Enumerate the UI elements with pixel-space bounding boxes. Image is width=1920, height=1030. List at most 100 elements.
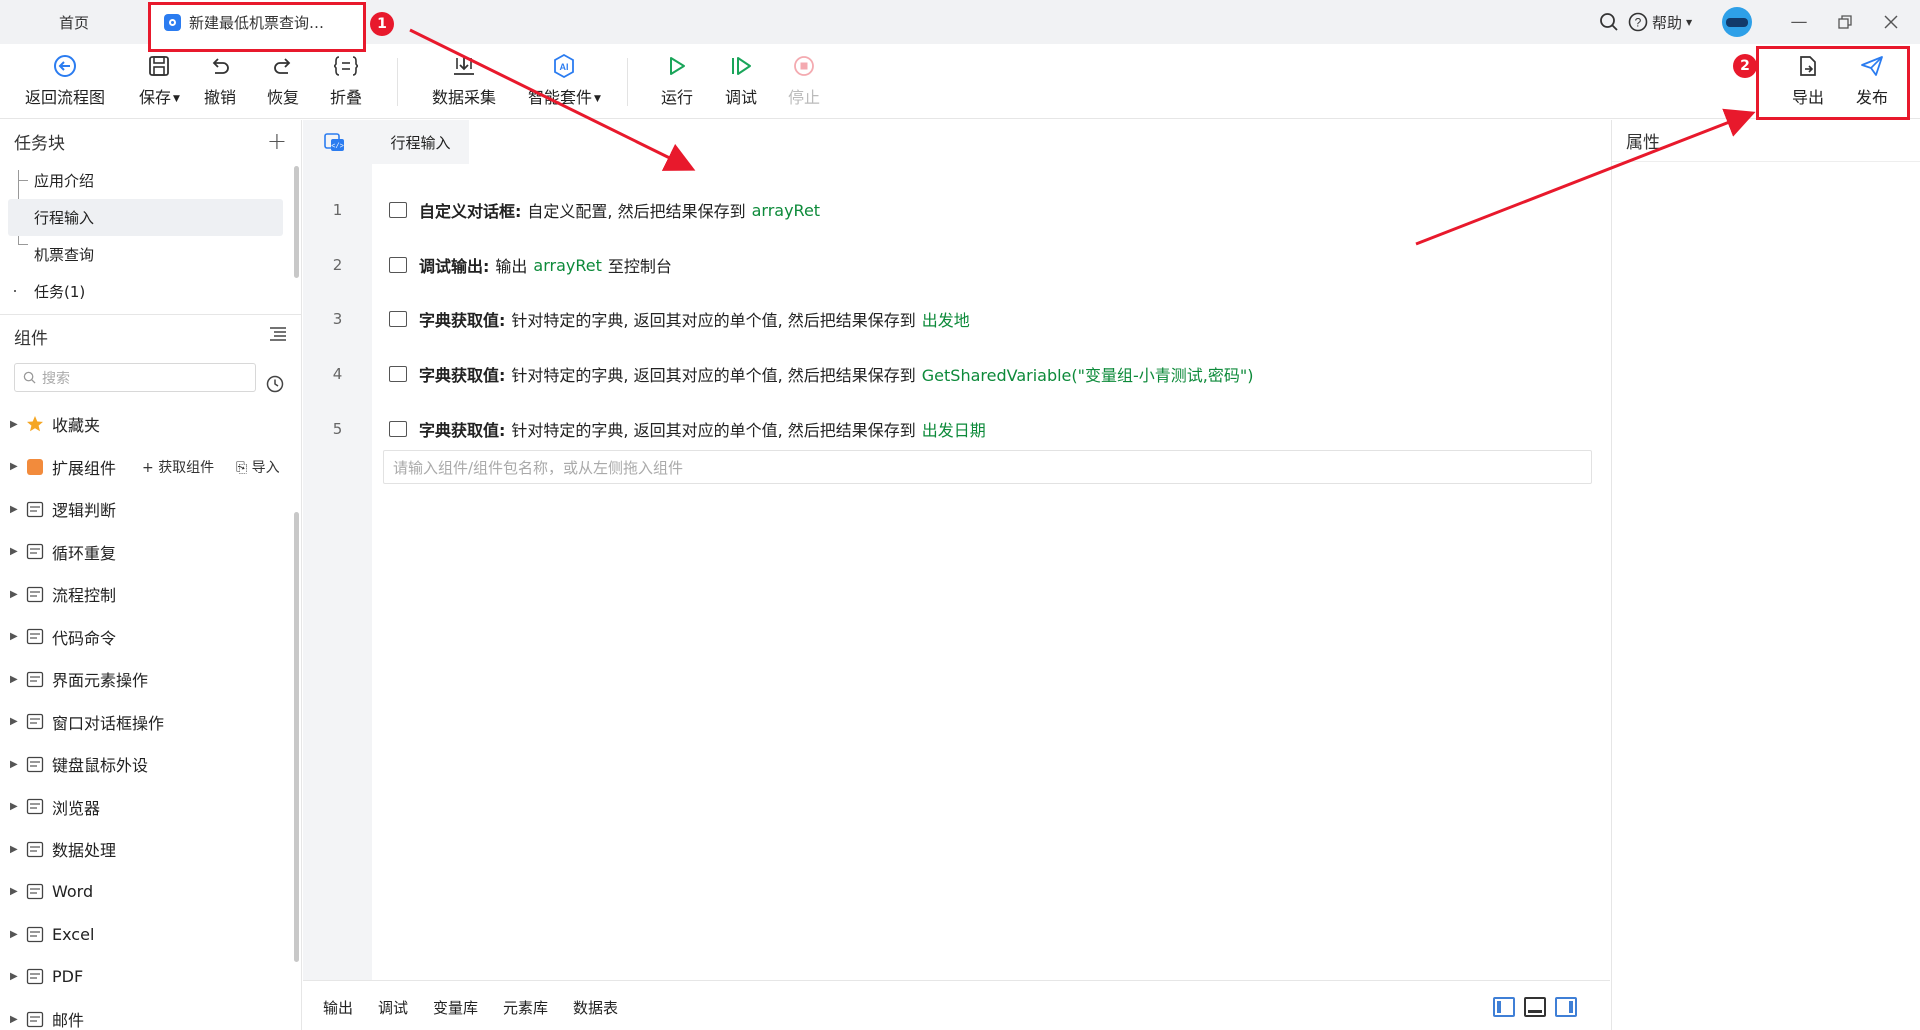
component-category-browser[interactable]: ▶ 浏览器 bbox=[0, 786, 301, 829]
tab-datatable[interactable]: 数据表 bbox=[573, 997, 618, 1018]
expand-triangle-icon[interactable]: ▶ bbox=[10, 546, 24, 557]
save-label: 保存 bbox=[139, 88, 172, 107]
data-collect-button[interactable]: 数据采集 bbox=[432, 54, 496, 108]
properties-title: 属性 bbox=[1626, 133, 1660, 153]
tab-variables[interactable]: 变量库 bbox=[433, 997, 478, 1018]
component-scrollbar[interactable] bbox=[294, 512, 299, 962]
tab-output[interactable]: 输出 bbox=[323, 997, 353, 1018]
plus-icon: + bbox=[142, 459, 159, 476]
component-category-window-dialog[interactable]: ▶ 窗口对话框操作 bbox=[0, 701, 301, 744]
component-category-loop[interactable]: ▶ 循环重复 bbox=[0, 531, 301, 574]
ui-element-icon bbox=[24, 669, 46, 689]
search-icon[interactable] bbox=[1598, 11, 1620, 33]
variable-name[interactable]: GetSharedVariable("变量组-小青测试,密码") bbox=[922, 362, 1254, 386]
add-task-icon[interactable]: + bbox=[267, 127, 287, 155]
smart-kit-button[interactable]: AI 智能套件 ▼ bbox=[528, 54, 601, 108]
component-category-flow-control[interactable]: ▶ 流程控制 bbox=[0, 573, 301, 616]
expand-triangle-icon[interactable]: ▶ bbox=[10, 716, 24, 727]
code-line[interactable]: 自定义对话框: 自定义配置, 然后把结果保存到 arrayRet bbox=[389, 198, 826, 222]
component-category-word[interactable]: ▶ Word bbox=[0, 871, 301, 914]
expand-triangle-icon[interactable]: ▶ bbox=[10, 461, 24, 472]
component-category-ui-element[interactable]: ▶ 界面元素操作 bbox=[0, 658, 301, 701]
stop-button[interactable]: 停止 bbox=[788, 54, 820, 108]
get-component-button[interactable]: + 获取组件 bbox=[142, 457, 214, 477]
layout-bottom-panel-icon[interactable] bbox=[1524, 997, 1546, 1017]
command-description: 针对特定的字典, 返回其对应的单个值, 然后把结果保存到 bbox=[511, 421, 916, 440]
debug-button[interactable]: 调试 bbox=[725, 54, 757, 108]
variable-name[interactable]: 出发日期 bbox=[922, 417, 986, 441]
variable-name[interactable]: arrayRet bbox=[533, 256, 601, 275]
component-command-input[interactable]: 请输入组件/组件包名称，或从左侧拖入组件 bbox=[383, 450, 1592, 484]
command-tail: 至控制台 bbox=[607, 257, 672, 276]
code-view-icon[interactable]: </> bbox=[324, 133, 346, 157]
task-group[interactable]: 任务(1) bbox=[0, 273, 301, 310]
task-item-intro[interactable]: 应用介绍 bbox=[0, 162, 301, 199]
back-to-flowchart-button[interactable]: 返回流程图 bbox=[25, 54, 105, 108]
code-line[interactable]: 调试输出: 输出 arrayRet 至控制台 bbox=[389, 253, 672, 277]
expand-triangle-icon[interactable]: ▶ bbox=[10, 504, 24, 515]
fold-button[interactable]: 折叠 bbox=[330, 54, 362, 108]
restore-button[interactable] bbox=[1822, 0, 1868, 44]
component-category-excel[interactable]: ▶ Excel bbox=[0, 913, 301, 956]
expand-triangle-icon[interactable]: ▶ bbox=[10, 886, 24, 897]
help-button[interactable]: ? 帮助 ▼ bbox=[1628, 12, 1692, 33]
expand-triangle-icon[interactable]: ▶ bbox=[10, 844, 24, 855]
help-icon: ? bbox=[1628, 12, 1648, 32]
component-category-label: 浏览器 bbox=[52, 798, 101, 818]
close-button[interactable] bbox=[1868, 0, 1914, 44]
run-button[interactable]: 运行 bbox=[661, 54, 693, 108]
variable-name[interactable]: 出发地 bbox=[922, 307, 970, 331]
expand-triangle-icon[interactable]: ▶ bbox=[10, 674, 24, 685]
component-category-data-processing[interactable]: ▶ 数据处理 bbox=[0, 828, 301, 871]
toolbar-divider bbox=[627, 58, 628, 106]
tab-home[interactable]: 首页 bbox=[0, 0, 148, 44]
svg-text:</>: </> bbox=[331, 143, 344, 151]
tab-elements[interactable]: 元素库 bbox=[503, 997, 548, 1018]
component-category-logic[interactable]: ▶ 逻辑判断 bbox=[0, 488, 301, 531]
expand-triangle-icon[interactable]: ▶ bbox=[10, 929, 24, 940]
toolbar-divider bbox=[397, 58, 398, 106]
component-search-input[interactable]: 搜索 bbox=[14, 363, 256, 392]
save-button[interactable]: 保存 ▼ bbox=[139, 54, 180, 108]
component-category-label: 扩展组件 bbox=[52, 458, 117, 478]
code-line[interactable]: 字典获取值: 针对特定的字典, 返回其对应的单个值, 然后把结果保存到 出发日期 bbox=[389, 417, 992, 441]
play-icon bbox=[670, 57, 685, 75]
expand-triangle-icon[interactable]: ▶ bbox=[10, 589, 24, 600]
task-item-trip-input[interactable]: 行程输入 bbox=[8, 199, 283, 236]
component-category-keyboard-mouse[interactable]: ▶ 键盘鼠标外设 bbox=[0, 743, 301, 786]
annotation-box-export-publish bbox=[1756, 46, 1910, 120]
task-scrollbar[interactable] bbox=[294, 166, 299, 278]
variable-name[interactable]: arrayRet bbox=[752, 201, 820, 220]
step-debug-icon bbox=[732, 57, 751, 75]
expand-triangle-icon[interactable]: ▶ bbox=[10, 1014, 24, 1025]
redo-label: 恢复 bbox=[267, 88, 300, 107]
tab-debug[interactable]: 调试 bbox=[378, 997, 408, 1018]
expand-triangle-icon[interactable]: ▶ bbox=[10, 759, 24, 770]
code-line[interactable]: 字典获取值: 针对特定的字典, 返回其对应的单个值, 然后把结果保存到 出发地 bbox=[389, 307, 976, 331]
expand-triangle-icon[interactable]: ▶ bbox=[10, 631, 24, 642]
list-view-icon[interactable] bbox=[269, 326, 287, 347]
layout-left-panel-icon[interactable] bbox=[1493, 997, 1515, 1017]
layout-right-panel-icon[interactable] bbox=[1555, 997, 1577, 1017]
component-category-mail[interactable]: ▶ 邮件 bbox=[0, 998, 301, 1030]
minimize-button[interactable]: — bbox=[1776, 0, 1822, 44]
expand-triangle-icon[interactable]: ▶ bbox=[10, 971, 24, 982]
component-category-favorites[interactable]: ▶ 收藏夹 bbox=[0, 403, 301, 446]
left-panel: 任务块 + 应用介绍 行程输入 机票查询 任务(1) 组件 搜索 ▶ 收藏夹 ▶ 扩展… bbox=[0, 120, 302, 1030]
expand-triangle-icon[interactable]: ▶ bbox=[10, 801, 24, 812]
component-category-code-command[interactable]: ▶ 代码命令 bbox=[0, 616, 301, 659]
undo-button[interactable]: 撤销 bbox=[204, 54, 236, 108]
component-category-extensions[interactable]: ▶ 扩展组件 + 获取组件 ⎘ 导入 bbox=[0, 446, 301, 489]
avatar[interactable] bbox=[1722, 7, 1753, 37]
import-button[interactable]: ⎘ 导入 bbox=[236, 457, 280, 477]
task-item-ticket-query[interactable]: 机票查询 bbox=[0, 236, 301, 273]
history-clock-icon[interactable] bbox=[266, 375, 284, 397]
component-category-pdf[interactable]: ▶ PDF bbox=[0, 956, 301, 999]
expand-triangle-icon[interactable]: ▶ bbox=[10, 419, 24, 430]
tab-trip-input[interactable]: 行程输入 bbox=[372, 120, 469, 164]
code-icon bbox=[24, 627, 46, 647]
redo-button[interactable]: 恢复 bbox=[267, 54, 299, 108]
mail-icon bbox=[24, 1009, 46, 1029]
excel-icon bbox=[24, 924, 46, 944]
code-line[interactable]: 字典获取值: 针对特定的字典, 返回其对应的单个值, 然后把结果保存到 GetSha… bbox=[389, 362, 1259, 386]
